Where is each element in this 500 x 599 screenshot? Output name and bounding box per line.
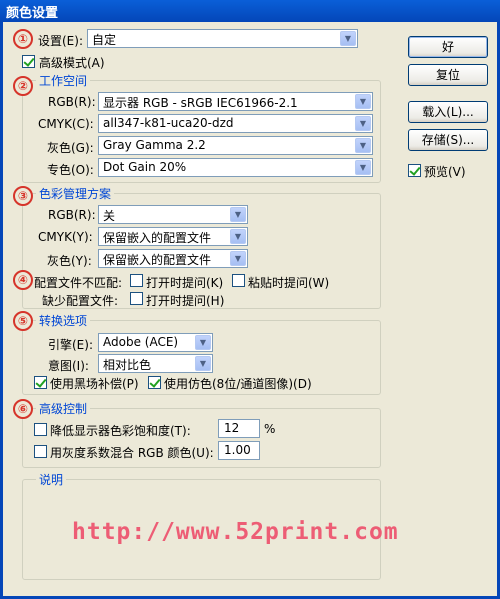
- missing-profiles-label: 缺少配置文件:: [42, 294, 119, 308]
- ws-spot-label: 专色(O):: [47, 163, 94, 177]
- color-management-title: 色彩管理方案: [36, 185, 115, 202]
- reset-button[interactable]: 复位: [408, 64, 488, 86]
- chevron-down-icon: ▼: [230, 207, 246, 222]
- ask-when-pasting-label: 粘贴时提问(W): [248, 276, 330, 290]
- chevron-down-icon: ▼: [230, 251, 246, 266]
- engine-value: Adobe (ACE): [103, 335, 179, 349]
- cm-cmyk-select[interactable]: 保留嵌入的配置文件 ▼: [98, 227, 248, 246]
- ask-when-opening-label: 打开时提问(K): [146, 276, 224, 290]
- description-title: 说明: [36, 471, 67, 488]
- chevron-down-icon: ▼: [340, 31, 356, 46]
- intent-select[interactable]: 相对比色 ▼: [98, 354, 213, 373]
- blend-gamma-field[interactable]: 1.00: [218, 441, 260, 460]
- marker-1-icon: ①: [13, 29, 33, 49]
- marker-4-icon: ④: [13, 270, 33, 290]
- marker-6-icon: ⑥: [13, 399, 33, 419]
- marker-3-icon: ③: [13, 186, 33, 206]
- mismatch-label: 配置文件不匹配:: [34, 276, 123, 290]
- ws-gray-label: 灰色(G):: [47, 141, 94, 155]
- ws-cmyk-label: CMYK(C):: [38, 117, 94, 131]
- cm-gray-value: 保留嵌入的配置文件: [103, 253, 212, 267]
- chevron-down-icon: ▼: [355, 160, 371, 175]
- desaturate-amount-field[interactable]: 12: [218, 419, 260, 438]
- advanced-mode-label: 高级模式(A): [39, 56, 105, 70]
- ws-cmyk-select[interactable]: all347-k81-uca20-dzd ▼: [98, 114, 373, 133]
- window-title: 颜色设置: [6, 6, 59, 21]
- title-bar: 颜色设置: [0, 0, 500, 22]
- cm-gray-select[interactable]: 保留嵌入的配置文件 ▼: [98, 249, 248, 268]
- intent-value: 相对比色: [103, 358, 152, 372]
- blend-gamma-label: 用灰度系数混合 RGB 颜色(U):: [50, 446, 214, 460]
- percent-unit: %: [264, 422, 276, 436]
- black-point-compensation-checkbox[interactable]: [34, 376, 47, 389]
- cm-cmyk-label: CMYK(Y):: [38, 230, 93, 244]
- chevron-down-icon: ▼: [195, 356, 211, 371]
- black-point-compensation-label: 使用黑场补偿(P): [50, 377, 139, 391]
- chevron-down-icon: ▼: [355, 116, 371, 131]
- save-button[interactable]: 存储(S)...: [408, 129, 488, 151]
- ask-when-pasting-checkbox[interactable]: [232, 274, 245, 287]
- ws-rgb-label: RGB(R):: [48, 95, 96, 109]
- blend-gamma-checkbox[interactable]: [34, 445, 47, 458]
- use-dither-label: 使用仿色(8位/通道图像)(D): [164, 377, 312, 391]
- chevron-down-icon: ▼: [195, 335, 211, 350]
- marker-5-icon: ⑤: [13, 311, 33, 331]
- settings-label: 设置(E):: [38, 34, 83, 48]
- missing-ask-when-opening-checkbox[interactable]: [130, 292, 143, 305]
- ok-button[interactable]: 好: [408, 36, 488, 58]
- ws-rgb-select[interactable]: 显示器 RGB - sRGB IEC61966-2.1 ▼: [98, 92, 373, 111]
- desaturate-monitor-label: 降低显示器色彩饱和度(T):: [50, 424, 191, 438]
- intent-label: 意图(I):: [48, 359, 89, 373]
- ws-cmyk-value: all347-k81-uca20-dzd: [103, 116, 234, 130]
- cm-cmyk-value: 保留嵌入的配置文件: [103, 231, 212, 245]
- watermark-text: http://www.52print.com: [72, 519, 399, 545]
- ws-spot-value: Dot Gain 20%: [103, 160, 187, 174]
- ws-gray-value: Gray Gamma 2.2: [103, 138, 206, 152]
- chevron-down-icon: ▼: [355, 138, 371, 153]
- ws-gray-select[interactable]: Gray Gamma 2.2 ▼: [98, 136, 373, 155]
- cm-rgb-label: RGB(R):: [48, 208, 96, 222]
- ws-spot-select[interactable]: Dot Gain 20% ▼: [98, 158, 373, 177]
- advanced-controls-title: 高级控制: [36, 400, 91, 417]
- engine-label: 引擎(E):: [48, 338, 93, 352]
- cm-rgb-value: 关: [103, 209, 116, 223]
- cm-rgb-select[interactable]: 关 ▼: [98, 205, 248, 224]
- preview-label: 预览(V): [424, 165, 466, 179]
- missing-ask-when-opening-label: 打开时提问(H): [146, 294, 225, 308]
- load-button[interactable]: 载入(L)...: [408, 101, 488, 123]
- ws-rgb-value: 显示器 RGB - sRGB IEC61966-2.1: [103, 96, 298, 110]
- desaturate-monitor-checkbox[interactable]: [34, 423, 47, 436]
- marker-2-icon: ②: [13, 76, 33, 96]
- preview-checkbox[interactable]: [408, 164, 421, 177]
- working-spaces-title: 工作空间: [36, 72, 91, 89]
- engine-select[interactable]: Adobe (ACE) ▼: [98, 333, 213, 352]
- chevron-down-icon: ▼: [355, 94, 371, 109]
- cm-gray-label: 灰色(Y):: [47, 254, 92, 268]
- chevron-down-icon: ▼: [230, 229, 246, 244]
- advanced-mode-checkbox[interactable]: [22, 55, 35, 68]
- settings-value: 自定: [92, 33, 117, 47]
- ask-when-opening-checkbox[interactable]: [130, 274, 143, 287]
- use-dither-checkbox[interactable]: [148, 376, 161, 389]
- settings-select[interactable]: 自定 ▼: [87, 29, 358, 48]
- conversion-title: 转换选项: [36, 312, 91, 329]
